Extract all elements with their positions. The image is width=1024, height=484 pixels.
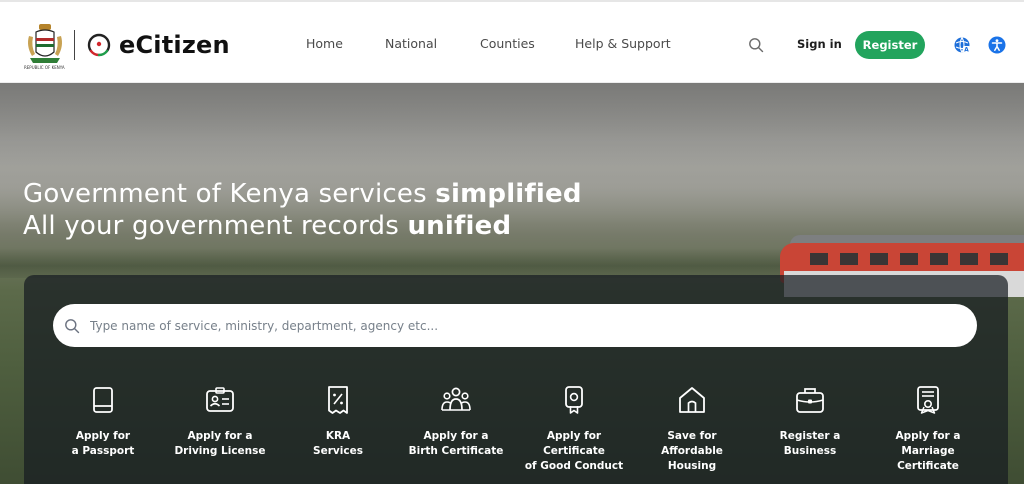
- service-label-line: Register a: [779, 430, 841, 442]
- service-label-line: Apply for: [75, 430, 131, 442]
- logo-divider: [74, 30, 75, 60]
- nav-home[interactable]: Home: [306, 36, 343, 51]
- logo[interactable]: eCitizen: [24, 22, 230, 68]
- search-icon[interactable]: [748, 37, 764, 53]
- receipt-percent-icon: [328, 386, 348, 414]
- hero-headline-line-2: All your government records unified: [23, 210, 582, 242]
- hero-headline: Government of Kenya services simplified …: [23, 178, 582, 242]
- hero-headline-line-1: Government of Kenya services simplified: [23, 178, 582, 210]
- svg-text:A: A: [964, 47, 969, 54]
- service-good-conduct[interactable]: Apply for Certificate of Good Conduct: [519, 384, 629, 474]
- coat-caption: REPUBLIC OF KENYA: [24, 65, 65, 70]
- service-search-input[interactable]: [90, 310, 950, 341]
- marriage-certificate-icon: [917, 386, 939, 414]
- service-label-line: Apply for a: [423, 430, 489, 442]
- nav-national[interactable]: National: [385, 36, 437, 51]
- accessibility-icon[interactable]: [988, 36, 1006, 54]
- signin-link[interactable]: Sign in: [797, 37, 842, 51]
- brand-name: eCitizen: [119, 31, 230, 59]
- service-driving-license[interactable]: Apply for a Driving License: [165, 384, 275, 459]
- service-apply-passport[interactable]: Apply for a Passport: [48, 384, 158, 459]
- headline-2-bold: unified: [407, 211, 512, 241]
- service-birth-certificate[interactable]: Apply for a Birth Certificate: [401, 384, 511, 459]
- service-label-line: Services: [313, 445, 363, 457]
- register-button[interactable]: Register: [855, 31, 925, 59]
- service-label-line: Driving License: [174, 445, 266, 457]
- service-marriage-certificate[interactable]: Apply for a Marriage Certificate: [873, 384, 983, 474]
- headline-2-regular: All your government records: [23, 211, 408, 241]
- house-icon: [679, 387, 705, 413]
- service-label-line: Certificate: [897, 460, 959, 472]
- service-register-business[interactable]: Register a Business: [755, 384, 865, 459]
- kenya-coat-of-arms-icon: [28, 24, 62, 63]
- headline-1-regular: Government of Kenya services: [23, 179, 436, 209]
- search-icon: [65, 318, 80, 333]
- nav-help-support[interactable]: Help & Support: [575, 36, 671, 51]
- certificate-badge-icon: [565, 386, 583, 414]
- service-affordable-housing[interactable]: Save for Affordable Housing: [637, 384, 747, 474]
- service-label-line: Birth Certificate: [408, 445, 504, 457]
- service-label-line: of Good Conduct: [524, 460, 624, 472]
- service-kra[interactable]: KRA Services: [283, 384, 393, 459]
- service-label-line: Save for: [667, 430, 717, 442]
- service-label-line: KRA: [325, 430, 351, 442]
- ecitizen-logo-icon: [87, 33, 111, 57]
- service-label-line: Apply for a: [895, 430, 961, 442]
- service-label-line: a Passport: [71, 445, 135, 457]
- people-group-icon: [441, 387, 471, 411]
- headline-1-bold: simplified: [435, 179, 582, 209]
- service-search[interactable]: [53, 304, 977, 347]
- passport-icon: [93, 387, 113, 413]
- service-label-line: Apply for: [546, 430, 602, 442]
- nav-counties[interactable]: Counties: [480, 36, 535, 51]
- globe-translate-icon[interactable]: A: [953, 36, 971, 54]
- id-card-icon: [206, 387, 234, 412]
- briefcase-icon: [796, 388, 824, 413]
- site-header: eCitizen REPUBLIC OF KENYA Home National…: [0, 0, 1024, 83]
- service-label-line: Housing: [667, 460, 717, 472]
- service-label-line: Certificate: [543, 445, 605, 457]
- service-label-line: Affordable: [661, 445, 723, 457]
- service-label-line: Apply for a: [187, 430, 253, 442]
- service-label-line: Marriage: [901, 445, 955, 457]
- service-label-line: Business: [783, 445, 837, 457]
